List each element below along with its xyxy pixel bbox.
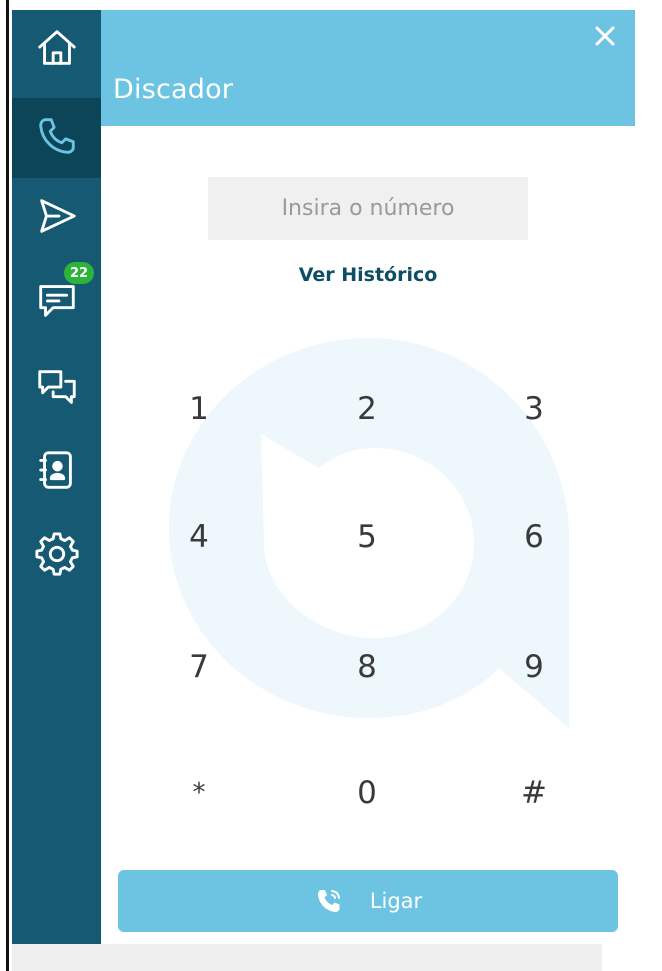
chat-icon xyxy=(34,277,80,327)
sidebar-item-contacts[interactable] xyxy=(12,432,101,512)
bottom-bar xyxy=(12,944,602,971)
sidebar-item-home[interactable] xyxy=(12,10,101,90)
close-button[interactable] xyxy=(591,24,619,52)
gear-icon xyxy=(34,531,80,581)
key-8[interactable]: 8 xyxy=(322,632,412,702)
sidebar-item-settings[interactable] xyxy=(12,516,101,596)
sidebar-item-conversations[interactable] xyxy=(12,350,101,430)
sidebar-item-send[interactable] xyxy=(12,178,101,258)
key-hash[interactable]: # xyxy=(489,758,579,828)
key-9[interactable]: 9 xyxy=(489,632,579,702)
phone-call-icon xyxy=(314,886,344,916)
panel-header: Discador xyxy=(101,10,635,126)
home-icon xyxy=(34,25,80,75)
send-icon xyxy=(34,193,80,243)
key-4[interactable]: 4 xyxy=(154,502,244,572)
dialer-panel: Discador Ver Histórico 1 2 3 4 5 6 7 8 9… xyxy=(101,10,635,944)
key-7[interactable]: 7 xyxy=(154,632,244,702)
panel-title: Discador xyxy=(113,74,234,105)
window-edge xyxy=(0,0,9,971)
view-history-link[interactable]: Ver Histórico xyxy=(101,264,635,286)
key-1[interactable]: 1 xyxy=(154,374,244,444)
sidebar: 22 xyxy=(12,10,101,944)
key-0[interactable]: 0 xyxy=(322,758,412,828)
key-6[interactable]: 6 xyxy=(489,502,579,572)
contacts-icon xyxy=(34,447,80,497)
phone-number-input[interactable] xyxy=(208,177,528,240)
call-button[interactable]: Ligar xyxy=(118,870,618,932)
app-window: 22 Discador Insira o número Ver Históric… xyxy=(0,0,662,971)
close-icon xyxy=(594,25,616,51)
key-3[interactable]: 3 xyxy=(489,374,579,444)
key-5[interactable]: 5 xyxy=(322,502,412,572)
key-star[interactable]: * xyxy=(154,758,244,828)
phone-icon xyxy=(34,113,80,163)
key-2[interactable]: 2 xyxy=(322,374,412,444)
sidebar-item-phone[interactable] xyxy=(12,98,101,178)
call-button-label: Ligar xyxy=(369,889,423,913)
conversations-icon xyxy=(34,365,80,415)
sidebar-item-messages[interactable]: 22 xyxy=(12,262,101,342)
unread-badge: 22 xyxy=(64,262,94,284)
